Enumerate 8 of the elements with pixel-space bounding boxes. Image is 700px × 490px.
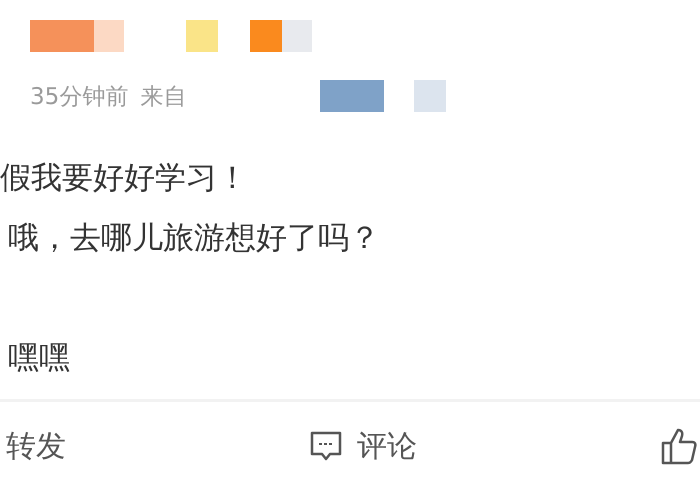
post-time: 35分钟前 (30, 82, 128, 112)
comment-button[interactable]: 评论 (309, 426, 417, 467)
post-text: 假我要好好学习！ (0, 158, 249, 198)
post-text: 嘿嘿 (7, 338, 71, 378)
comment-icon (309, 429, 343, 464)
repost-button[interactable]: 转发 (6, 426, 66, 467)
post-text: 哦，去哪儿旅游想好了吗？ (7, 218, 381, 258)
source-label: 来自 (140, 82, 186, 112)
